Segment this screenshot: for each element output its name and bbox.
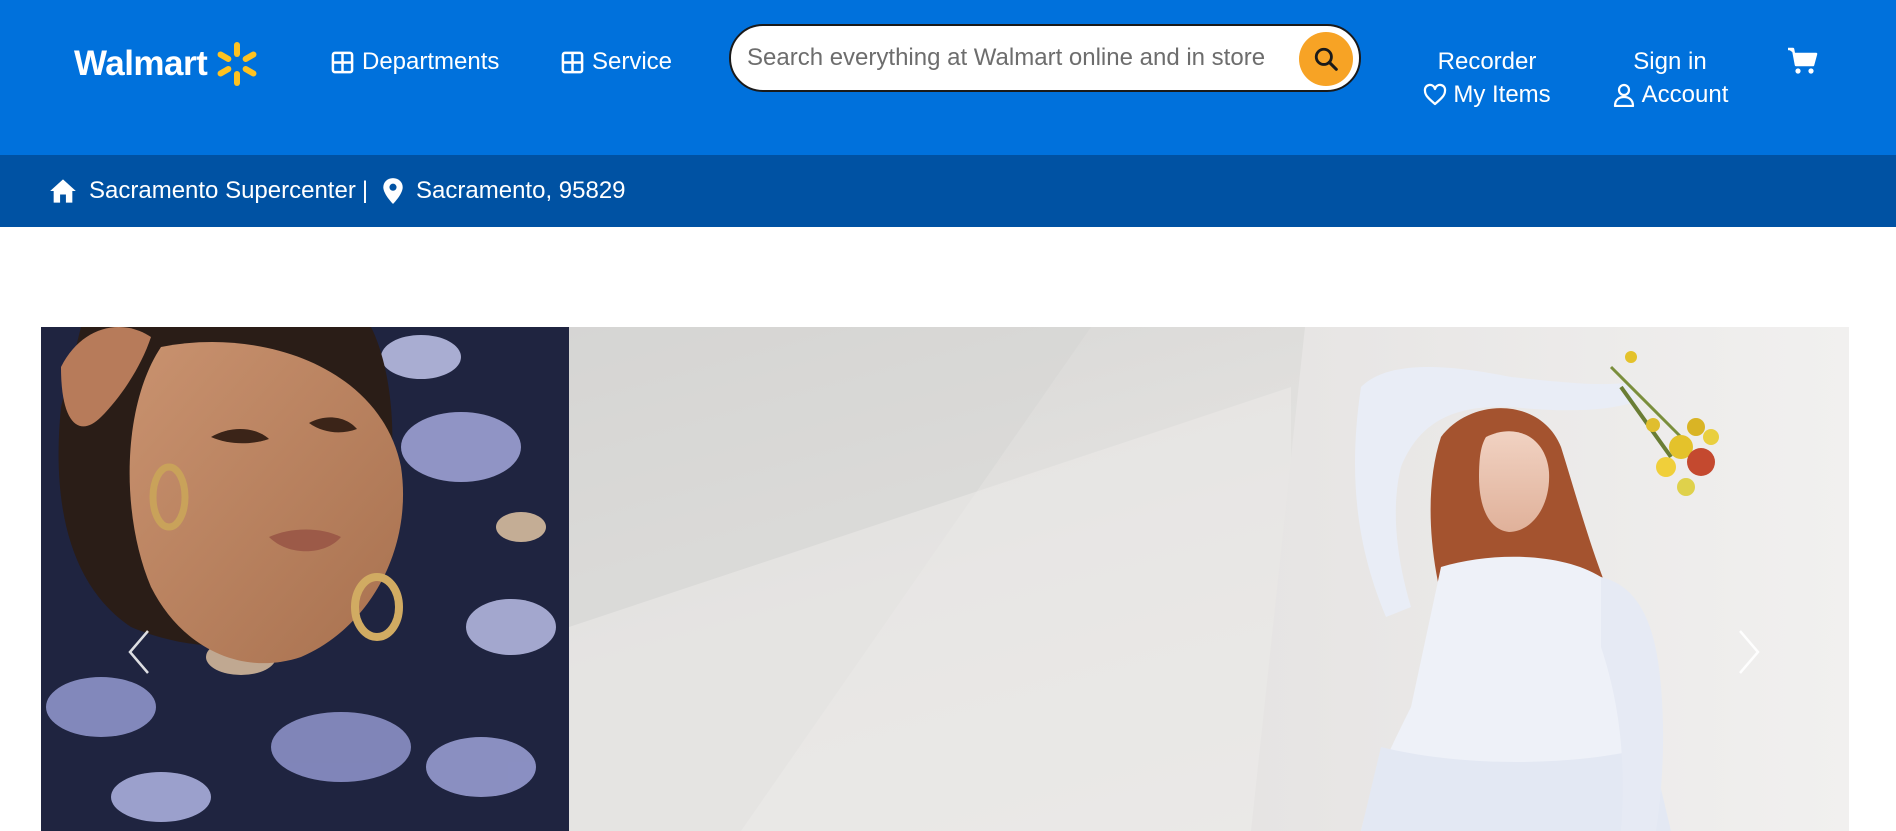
search-bar [729,24,1361,92]
spark-logo-icon [217,42,257,86]
search-button[interactable] [1299,32,1353,86]
store-name: Sacramento Supercenter [89,177,356,204]
location-separator: | [361,177,369,204]
grid-icon [561,51,584,73]
departments-button[interactable]: Departments [331,47,499,77]
location-bar[interactable]: Sacramento Supercenter | Sacramento, 958… [0,155,1896,227]
header: Walmart Departments Service Search every… [0,0,1896,155]
user-icon [1613,83,1634,107]
sign-in-label: Sign in [1633,48,1707,75]
search-icon [1314,47,1338,71]
service-button[interactable]: Service [561,47,672,77]
chevron-left-icon[interactable] [124,627,154,677]
logo-text: Walmart [74,44,208,83]
account-label: Account [1641,81,1729,108]
walmart-logo[interactable]: Walmart [74,40,261,88]
my-items-label: My Items [1453,81,1551,108]
location-pin-icon [383,178,403,204]
grid-icon [331,51,354,73]
city-zip: Sacramento, 95829 [416,177,626,204]
cart-icon[interactable] [1787,46,1819,76]
sign-in-account-link[interactable]: Sign in Account [1610,47,1730,113]
home-icon [50,179,76,203]
reorder-label: Recorder [1437,48,1537,75]
chevron-right-icon[interactable] [1734,627,1764,677]
reorder-my-items-link[interactable]: Recorder My Items [1420,47,1554,113]
hero-carousel[interactable] [41,327,1849,831]
departments-label: Departments [362,48,500,75]
service-label: Service [592,48,673,75]
hero-banner-image [41,327,1849,831]
heart-icon [1424,83,1447,106]
search-input[interactable] [747,40,1277,76]
